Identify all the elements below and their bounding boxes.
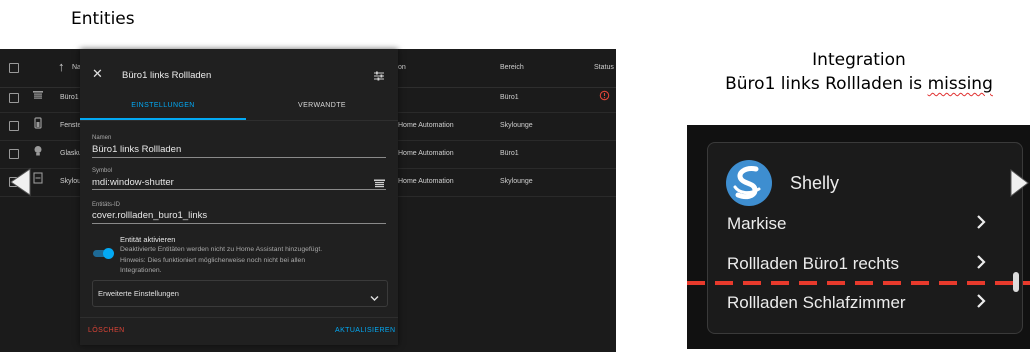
- shelly-integration-panel: Shelly Markise Rollladen Büro1 rechts Ro…: [687, 125, 1030, 349]
- delete-button[interactable]: LÖSCHEN: [88, 327, 125, 334]
- right-pointer-arrow-icon: [1010, 168, 1029, 198]
- chevron-right-icon[interactable]: [976, 254, 986, 275]
- missing-entry-marker-line: [687, 281, 1030, 285]
- sort-up-arrow-icon[interactable]: ↑: [58, 59, 65, 74]
- entity-id-field[interactable]: Entitäts-ID cover.rollladen_buro1_links: [92, 202, 386, 224]
- row-area: Skylounge: [500, 178, 533, 185]
- tab-divider: [80, 120, 398, 121]
- device-item-label[interactable]: Markise: [727, 214, 787, 234]
- row-area: Büro1: [500, 150, 519, 157]
- window-icon: [34, 117, 42, 131]
- spellcheck-flagged-word: missing: [927, 74, 993, 94]
- column-header-area[interactable]: Bereich: [500, 64, 524, 71]
- dialog-footer-divider: [80, 317, 398, 318]
- blinds-icon: [33, 90, 43, 102]
- column-header-integration[interactable]: on: [398, 64, 406, 71]
- tab-settings[interactable]: EINSTELLUNGEN: [80, 93, 246, 119]
- integration-caption-line1: Integration: [812, 50, 906, 70]
- chevron-right-icon[interactable]: [976, 214, 986, 235]
- entity-settings-dialog: ✕ Büro1 links Rollladen EINSTELLUNGEN VE…: [80, 49, 398, 345]
- advanced-settings-expander[interactable]: Erweiterte Einstellungen: [92, 280, 388, 307]
- row-checkbox[interactable]: [9, 93, 19, 103]
- row-name: Fenste: [60, 122, 82, 129]
- shelly-integration-card: Shelly Markise Rollladen Büro1 rechts Ro…: [707, 142, 1023, 334]
- row-integration: Home Automation: [398, 122, 454, 129]
- dialog-title: Büro1 links Rollladen: [122, 70, 212, 81]
- integration-caption-line2: Büro1 links Rollladen is missing: [725, 74, 993, 94]
- close-icon[interactable]: ✕: [92, 67, 103, 80]
- tune-settings-icon[interactable]: [373, 69, 385, 87]
- chevron-right-icon[interactable]: [976, 293, 986, 314]
- status-restore-warning-icon: [599, 90, 610, 103]
- icon-field[interactable]: Symbol mdi:window-shutter: [92, 168, 386, 190]
- row-checkbox[interactable]: [9, 121, 19, 131]
- left-pointer-arrow-icon: [10, 168, 31, 196]
- scrollbar-thumb[interactable]: [1013, 272, 1019, 292]
- row-area: Büro1: [500, 94, 519, 101]
- name-field[interactable]: Namen Büro1 links Rollladen: [92, 135, 386, 158]
- chevron-down-icon: [370, 289, 379, 307]
- row-area: Skylounge: [500, 122, 533, 129]
- window-shutter-icon: [374, 176, 385, 194]
- device-item-label[interactable]: Rollladen Schlafzimmer: [727, 293, 906, 313]
- integration-brand-name: Shelly: [790, 173, 840, 193]
- toggle-label: Entität aktivieren: [120, 235, 176, 244]
- row-name: Skylou: [60, 178, 82, 185]
- row-name: Büro1 l: [60, 94, 83, 101]
- row-name: Glasku: [60, 150, 82, 157]
- update-button[interactable]: AKTUALISIEREN: [335, 327, 395, 334]
- device-item-label[interactable]: Rollladen Büro1 rechts: [727, 254, 899, 274]
- tab-related[interactable]: VERWANDTE: [246, 93, 398, 119]
- row-integration: Home Automation: [398, 178, 454, 185]
- enable-entity-toggle[interactable]: [93, 248, 114, 259]
- entities-caption: Entities: [71, 9, 135, 29]
- column-header-status[interactable]: Status: [594, 64, 614, 71]
- integration-caption: Integration Büro1 links Rollladen is mis…: [700, 48, 1018, 96]
- toggle-description: Deaktivierte Entitäten werden nicht zu H…: [120, 246, 323, 274]
- row-checkbox[interactable]: [9, 149, 19, 159]
- row-integration: Home Automation: [398, 150, 454, 157]
- shutter-icon: [33, 172, 43, 186]
- bulb-icon: [33, 145, 43, 159]
- shelly-logo-icon: [725, 159, 773, 207]
- select-all-checkbox[interactable]: [9, 63, 19, 73]
